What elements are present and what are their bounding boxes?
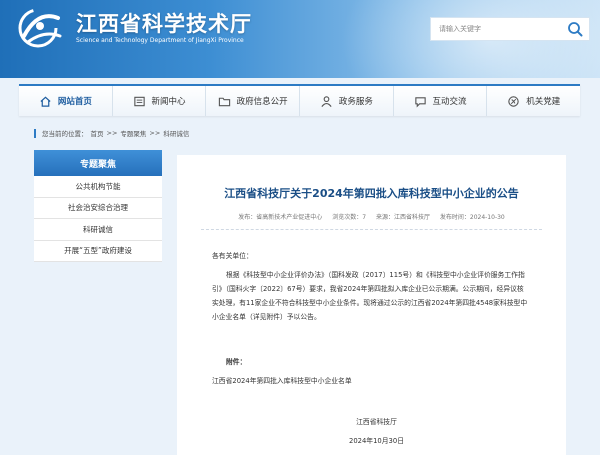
sidebar-item-energy-saving[interactable]: 公共机构节能 [34, 176, 162, 198]
breadcrumb-link-topics[interactable]: 专题聚焦 [120, 128, 146, 138]
search-box [430, 17, 590, 41]
nav-item-label: 机关党建 [526, 97, 561, 107]
sidebar-item-research-integrity[interactable]: 科研诚信 [34, 219, 162, 241]
attachment-label: 附件： [226, 358, 247, 366]
sidebar-item-public-security[interactable]: 社会治安综合治理 [34, 197, 162, 219]
paragraph-line: 引》（国科火字〔2022〕67号）要求，我省2024年第四批拟入库企业已公示期满… [212, 285, 524, 293]
user-service-icon [321, 95, 332, 107]
nav-item-interaction[interactable]: 互动交流 [394, 86, 488, 116]
article-title: 江西省科技厅关于2024年第四批入库科技型中小企业的公告 [224, 187, 519, 200]
site-title[interactable]: 江西省科学技术厅 [76, 8, 252, 38]
nav-item-label: 政府信息公开 [236, 97, 288, 107]
nav-item-party[interactable]: 机关党建 [487, 86, 580, 116]
nav-item-home[interactable]: 网站首页 [19, 86, 113, 116]
party-icon [508, 95, 519, 107]
breadcrumb-separator: >> [106, 129, 118, 137]
breadcrumb-marker [34, 128, 36, 138]
nav-item-gov-info[interactable]: 政府信息公开 [206, 86, 301, 116]
meta-source: 来源：江西省科技厅 [375, 214, 430, 221]
article-salutation: 各有关单位： [212, 252, 253, 260]
meta-date: 发布时间：2024-10-30 [439, 214, 505, 221]
site-subtitle: Science and Technology Department of Jia… [76, 37, 244, 44]
meta-publisher: 发布：省高新技术产业促进中心 [238, 214, 323, 221]
nav-item-news[interactable]: 新闻中心 [113, 86, 207, 116]
search-icon [568, 22, 583, 37]
sidebar-item-five-type-gov[interactable]: 开展“五型”政府建设 [34, 240, 162, 262]
folder-icon [218, 97, 230, 106]
signature-date: 2024年10月30日 [349, 437, 404, 445]
site-header: 江西省科学技术厅 Science and Technology Departme… [0, 0, 600, 78]
signature-org: 江西省科技厅 [356, 418, 397, 426]
breadcrumb-separator: >> [149, 129, 161, 137]
nav-item-services[interactable]: 政务服务 [300, 86, 394, 116]
article-panel: 江西省科技厅关于2024年第四批入库科技型中小企业的公告 发布：省高新技术产业促… [177, 155, 566, 455]
meta-views: 浏览次数：7 [332, 214, 367, 221]
article-meta: 发布：省高新技术产业促进中心 浏览次数：7 来源：江西省科技厅 发布时间：202… [177, 212, 566, 221]
breadcrumb: 您当前的位置： 首页 >> 专题聚焦 >> 科研诚信 [34, 128, 189, 138]
news-icon [133, 96, 145, 106]
home-icon [40, 96, 51, 107]
search-input[interactable] [431, 18, 561, 40]
article-paragraph: 根据《科技型中小企业评价办法》（国科发政〔2017〕115号）和《科技型中小企业… [212, 268, 527, 324]
paragraph-line: 实处理，有11家企业不符合科技型中小企业条件。现将通过公示的江西省2024年第四… [212, 299, 528, 307]
nav-item-label: 政务服务 [338, 97, 373, 107]
breadcrumb-prefix: 您当前的位置： [42, 130, 88, 138]
breadcrumb-link-integrity[interactable]: 科研诚信 [163, 128, 189, 138]
chat-icon [414, 96, 426, 107]
site-logo-icon[interactable] [14, 6, 66, 50]
nav-item-label: 新闻中心 [151, 97, 186, 107]
nav-item-label: 互动交流 [432, 97, 467, 107]
paragraph-line: 根据《科技型中小企业评价办法》（国科发政〔2017〕115号）和《科技型中小企业… [226, 271, 525, 279]
paragraph-line: 小企业名单（详见附件）予以公告。 [212, 313, 321, 321]
breadcrumb-link-home[interactable]: 首页 [91, 128, 104, 138]
nav-item-label: 网站首页 [57, 97, 92, 107]
sidebar-title: 专题聚焦 [34, 150, 162, 176]
meta-divider [201, 229, 542, 230]
attachment-link[interactable]: 江西省2024年第四批入库科技型中小企业名单 [212, 374, 352, 388]
main-nav: 网站首页 新闻中心 政府信息公开 政务服务 互动交流 机关党建 [19, 84, 580, 116]
sidebar: 专题聚焦 公共机构节能 社会治安综合治理 科研诚信 开展“五型”政府建设 [34, 150, 162, 262]
search-button[interactable] [561, 18, 589, 40]
